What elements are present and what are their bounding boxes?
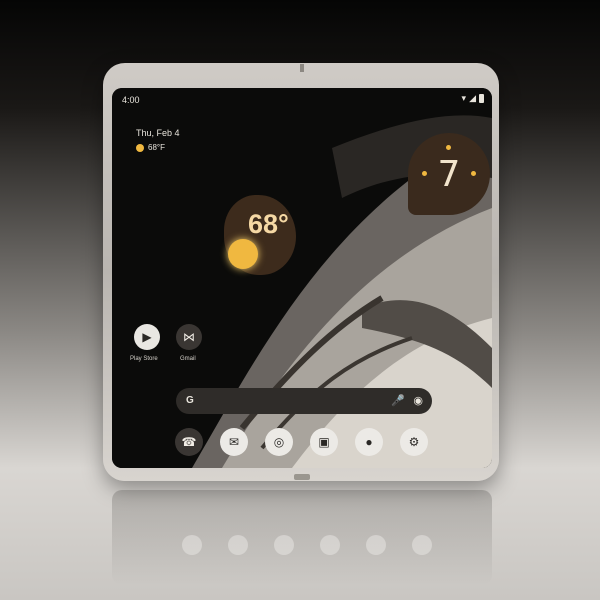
clock-dot-left (422, 171, 427, 176)
hinge-bottom (294, 474, 310, 480)
status-icons: ▾ ◢ (462, 93, 484, 104)
at-a-glance-widget[interactable]: Thu, Feb 4 68°F (136, 128, 180, 152)
sun-icon (136, 143, 144, 152)
google-logo: G (186, 395, 194, 406)
date-text: Thu, Feb 4 (136, 128, 180, 138)
lens-icon[interactable]: ◉ (413, 394, 423, 407)
reflection-icon (412, 535, 432, 555)
clock-time: 7 (437, 153, 461, 195)
wifi-icon: ▾ (461, 93, 467, 103)
play-store-label: Play Store (130, 356, 158, 362)
mic-icon[interactable]: 🎤 (391, 394, 405, 407)
weather-widget[interactable]: 68° (224, 195, 296, 275)
clock-widget[interactable]: 7 (408, 133, 490, 215)
reflection-icon (182, 535, 202, 555)
clock-dot-right (471, 171, 476, 176)
hinge-top (300, 64, 304, 72)
gmail-icon[interactable]: ⋈ (176, 324, 202, 350)
camera-icon[interactable]: ▣ (310, 428, 338, 456)
device-reflection (112, 490, 492, 585)
chrome-icon[interactable]: ◎ (265, 428, 293, 456)
phone-icon[interactable]: ☎ (175, 428, 203, 456)
messages-icon[interactable]: ✉ (220, 428, 248, 456)
reflection-icon (274, 535, 294, 555)
reflection-icon (320, 535, 340, 555)
reflection-icon (228, 535, 248, 555)
home-screen: 4:00 ▾ ◢ Thu, Feb 4 68°F 7 68° ▶ Play St… (112, 88, 492, 468)
reflection-icon (366, 535, 386, 555)
status-time: 4:00 (122, 95, 140, 105)
search-bar[interactable]: G 🎤 ◉ (176, 388, 432, 414)
sun-icon (228, 239, 258, 269)
settings-icon[interactable]: ⚙ (400, 428, 428, 456)
status-bar: 4:00 ▾ ◢ (112, 88, 492, 108)
signal-icon: ◢ (469, 93, 476, 103)
weather-mini-temp: 68°F (148, 143, 165, 152)
gmail-label: Gmail (180, 356, 196, 362)
weather-mini: 68°F (136, 143, 180, 152)
battery-icon (479, 94, 484, 103)
clock-dot-top (446, 145, 451, 150)
assistant-icon[interactable]: ● (355, 428, 383, 456)
play-store-icon[interactable]: ▶ (134, 324, 160, 350)
weather-temperature: 68° (248, 209, 289, 239)
